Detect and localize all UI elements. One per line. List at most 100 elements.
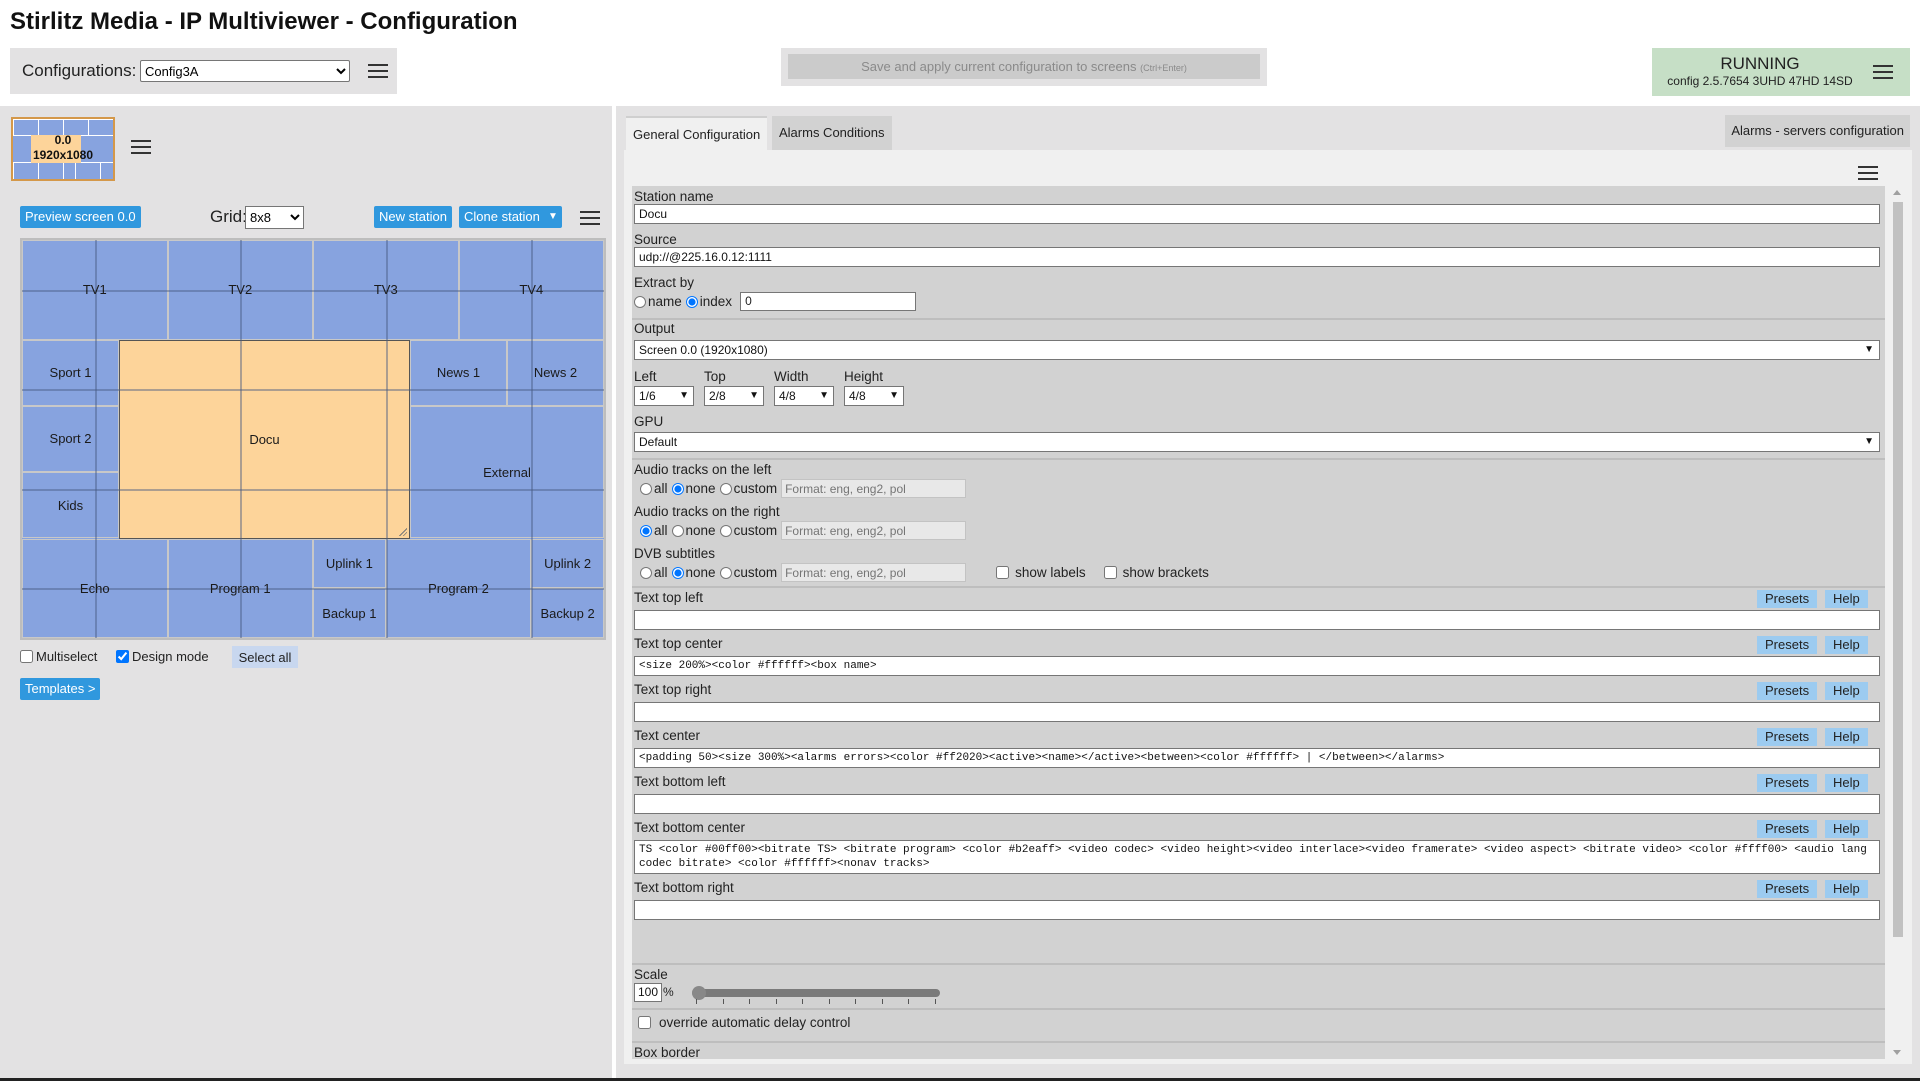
select-all-button[interactable]: Select all	[232, 646, 298, 668]
text-bottom-right-help-button[interactable]: Help	[1825, 880, 1868, 898]
text-top-center-help-button[interactable]: Help	[1825, 636, 1868, 654]
chevron-down-icon[interactable]: ▼	[548, 206, 558, 228]
audio-left-format-input[interactable]	[781, 479, 967, 498]
extract-index-input[interactable]: 0	[740, 292, 917, 311]
station-kids[interactable]: Kids	[22, 472, 119, 539]
save-apply-button[interactable]: Save and apply current configuration to …	[788, 54, 1260, 79]
station-tv4[interactable]: TV4	[458, 240, 604, 340]
text-bottom-center-help-button[interactable]: Help	[1825, 820, 1868, 838]
station-tv3[interactable]: TV3	[313, 240, 459, 340]
station-tv2[interactable]: TV2	[167, 240, 313, 340]
layout-menu-icon[interactable]	[580, 211, 600, 225]
extract-by-index-option[interactable]: index	[685, 294, 732, 309]
height-select[interactable]: 4/8 ▼	[844, 386, 904, 406]
dvb-format-input[interactable]	[781, 563, 967, 582]
text-bottom-right-input[interactable]	[634, 900, 1880, 920]
text-bottom-left-presets-button[interactable]: Presets	[1757, 774, 1818, 792]
audio-left-custom[interactable]: custom	[719, 481, 777, 496]
scale-slider[interactable]	[692, 989, 940, 997]
preview-screen-button[interactable]: Preview screen 0.0	[20, 206, 141, 228]
scroll-down-icon[interactable]	[1893, 1050, 1901, 1055]
station-uplink-2[interactable]: Uplink 2	[531, 538, 604, 589]
grid-select[interactable]: 8x8	[245, 206, 304, 229]
station-backup-2[interactable]: Backup 2	[531, 588, 604, 638]
new-station-button[interactable]: New station	[374, 206, 452, 228]
audio-right-none[interactable]: none	[671, 523, 716, 538]
extract-by-name-option[interactable]: name	[634, 294, 682, 309]
tab-alarms-conditions[interactable]: Alarms Conditions	[772, 116, 892, 150]
multiselect-checkbox[interactable]	[20, 650, 33, 663]
form-scrollbar[interactable]	[1890, 186, 1904, 1059]
station-backup-1[interactable]: Backup 1	[313, 588, 386, 638]
status-state: RUNNING	[1720, 54, 1800, 73]
station-uplink-1[interactable]: Uplink 1	[313, 538, 386, 589]
station-name-input[interactable]: Docu	[634, 204, 1880, 224]
audio-right-all[interactable]: all	[640, 523, 668, 538]
screen-menu-icon[interactable]	[131, 140, 151, 154]
text-top-right-input[interactable]	[634, 702, 1880, 722]
text-bottom-center-presets-button[interactable]: Presets	[1757, 820, 1818, 838]
audio-left-none[interactable]: none	[671, 481, 716, 496]
gpu-select[interactable]: Default ▼	[634, 432, 1880, 452]
audio-right-format-input[interactable]	[781, 521, 967, 540]
station-news-1[interactable]: News 1	[410, 339, 507, 406]
text-top-left-presets-button[interactable]: Presets	[1757, 590, 1818, 608]
text-top-center-input[interactable]: <size 200%><color #ffffff><box name>	[634, 656, 1880, 676]
text-bottom-right-presets-button[interactable]: Presets	[1757, 880, 1818, 898]
configurations-menu-icon[interactable]	[368, 64, 388, 78]
multiselect-option[interactable]: Multiselect	[20, 649, 97, 664]
show-labels-option[interactable]: show labels	[996, 565, 1086, 580]
text-top-right-help-button[interactable]: Help	[1825, 682, 1868, 700]
audio-left-all[interactable]: all	[640, 481, 668, 496]
text-center-help-button[interactable]: Help	[1825, 728, 1868, 746]
station-news-2[interactable]: News 2	[507, 339, 604, 406]
clone-station-button[interactable]: Clone station ▼	[459, 206, 562, 228]
station-tv1[interactable]: TV1	[22, 240, 168, 340]
station-sport-1[interactable]: Sport 1	[22, 339, 119, 406]
top-select[interactable]: 2/8 ▼	[704, 386, 764, 406]
station-docu[interactable]: Docu	[119, 339, 410, 539]
scroll-up-icon[interactable]	[1893, 190, 1901, 195]
station-program-1[interactable]: Program 1	[167, 538, 313, 638]
override-delay-option[interactable]: override automatic delay control	[638, 1015, 850, 1030]
alarms-servers-button[interactable]: Alarms - servers configuration	[1725, 115, 1910, 147]
text-top-right-presets-button[interactable]: Presets	[1757, 682, 1818, 700]
station-sport-2[interactable]: Sport 2	[22, 405, 119, 473]
design-mode-checkbox[interactable]	[116, 650, 129, 663]
dvb-custom[interactable]: custom	[719, 565, 777, 580]
tab-general-configuration[interactable]: General Configuration	[626, 116, 768, 150]
text-bottom-center-input[interactable]: TS <color #00ff00><bitrate TS> <bitrate …	[634, 840, 1880, 874]
form-menu-icon[interactable]	[1858, 166, 1878, 180]
station-echo[interactable]: Echo	[22, 538, 168, 638]
text-center-presets-button[interactable]: Presets	[1757, 728, 1818, 746]
text-top-left-input[interactable]	[634, 610, 1880, 630]
dvb-none[interactable]: none	[671, 565, 716, 580]
scale-input[interactable]: 100	[634, 983, 662, 1002]
text-bottom-left-help-button[interactable]: Help	[1825, 774, 1868, 792]
override-delay-checkbox[interactable]	[638, 1016, 651, 1029]
extract-by-options: name index 0	[634, 292, 917, 311]
output-select[interactable]: Screen 0.0 (1920x1080) ▼	[634, 340, 1880, 360]
show-brackets-option[interactable]: show brackets	[1103, 565, 1209, 580]
dvb-options: all none custom show labels show bracket…	[640, 563, 1213, 582]
station-program-2[interactable]: Program 2	[385, 538, 532, 638]
dvb-all[interactable]: all	[640, 565, 668, 580]
screen-thumbnail[interactable]: 0.0 1920x1080	[11, 117, 115, 181]
width-select[interactable]: 4/8 ▼	[774, 386, 834, 406]
text-top-center-presets-button[interactable]: Presets	[1757, 636, 1818, 654]
templates-button[interactable]: Templates >	[20, 678, 101, 700]
left-select[interactable]: 1/6 ▼	[634, 386, 694, 406]
text-bottom-left-input[interactable]	[634, 794, 1880, 814]
source-input[interactable]: udp://@225.16.0.12:1111	[634, 247, 1880, 267]
scale-slider-handle[interactable]	[692, 986, 706, 1000]
station-layout-grid[interactable]: TV1 TV2 TV3 TV4 Sport 1 Sport 2 Kids Docu News 1…	[20, 238, 606, 640]
configurations-select[interactable]: Config3A	[140, 60, 350, 82]
audio-right-custom[interactable]: custom	[719, 523, 777, 538]
text-center-input[interactable]: <padding 50><size 300%><alarms errors><c…	[634, 748, 1880, 768]
design-mode-option[interactable]: Design mode	[116, 649, 209, 664]
station-external[interactable]: External	[410, 405, 604, 539]
status-menu-icon[interactable]	[1873, 65, 1893, 79]
text-top-left-help-button[interactable]: Help	[1825, 590, 1868, 608]
resize-handle-icon[interactable]	[397, 525, 407, 536]
scrollbar-thumb[interactable]	[1893, 202, 1903, 937]
